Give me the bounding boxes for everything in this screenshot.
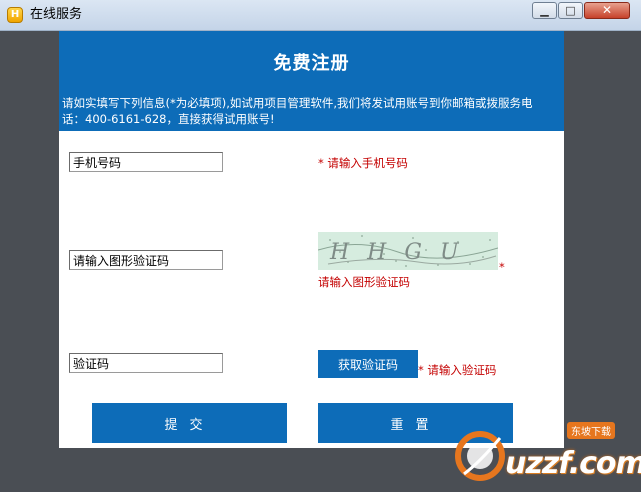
close-button[interactable]: ✕ xyxy=(584,2,630,19)
form-header: 免费注册 请如实填写下列信息(*为必填项),如试用项目管理软件,我们将发试用账号… xyxy=(59,31,564,131)
svg-text:HHGU: HHGU xyxy=(329,240,477,265)
sms-code-hint: * 请输入验证码 xyxy=(418,363,497,377)
window-title: 在线服务 xyxy=(30,7,83,22)
phone-hint: * 请输入手机号码 xyxy=(318,156,408,170)
watermark-text: uzzf.com xyxy=(505,446,641,481)
captcha-required-star: * xyxy=(499,260,505,274)
captcha-image[interactable]: HHGU xyxy=(318,232,498,270)
window-titlebar: H 在线服务 ▁ □ ✕ xyxy=(0,0,641,31)
submit-button[interactable]: 提交 xyxy=(92,403,287,443)
page-title: 免费注册 xyxy=(273,53,350,74)
maximize-button[interactable]: □ xyxy=(558,2,583,19)
watermark-badge: 东坡下载 xyxy=(567,422,615,439)
minimize-button[interactable]: ▁ xyxy=(532,2,557,19)
registration-panel: 免费注册 请如实填写下列信息(*为必填项),如试用项目管理软件,我们将发试用账号… xyxy=(59,31,564,448)
captcha-hint: 请输入图形验证码 xyxy=(318,275,410,289)
captcha-input[interactable] xyxy=(69,250,223,270)
phone-input[interactable] xyxy=(69,152,223,172)
sms-code-input[interactable] xyxy=(69,353,223,373)
watermark-logo: 东坡下载 uzzf.com xyxy=(450,418,641,490)
watermark-globe-icon xyxy=(455,431,505,481)
get-code-button[interactable]: 获取验证码 xyxy=(318,350,418,378)
app-icon: H xyxy=(7,7,23,23)
form-description: 请如实填写下列信息(*为必填项),如试用项目管理软件,我们将发试用账号到你邮箱或… xyxy=(62,96,533,126)
